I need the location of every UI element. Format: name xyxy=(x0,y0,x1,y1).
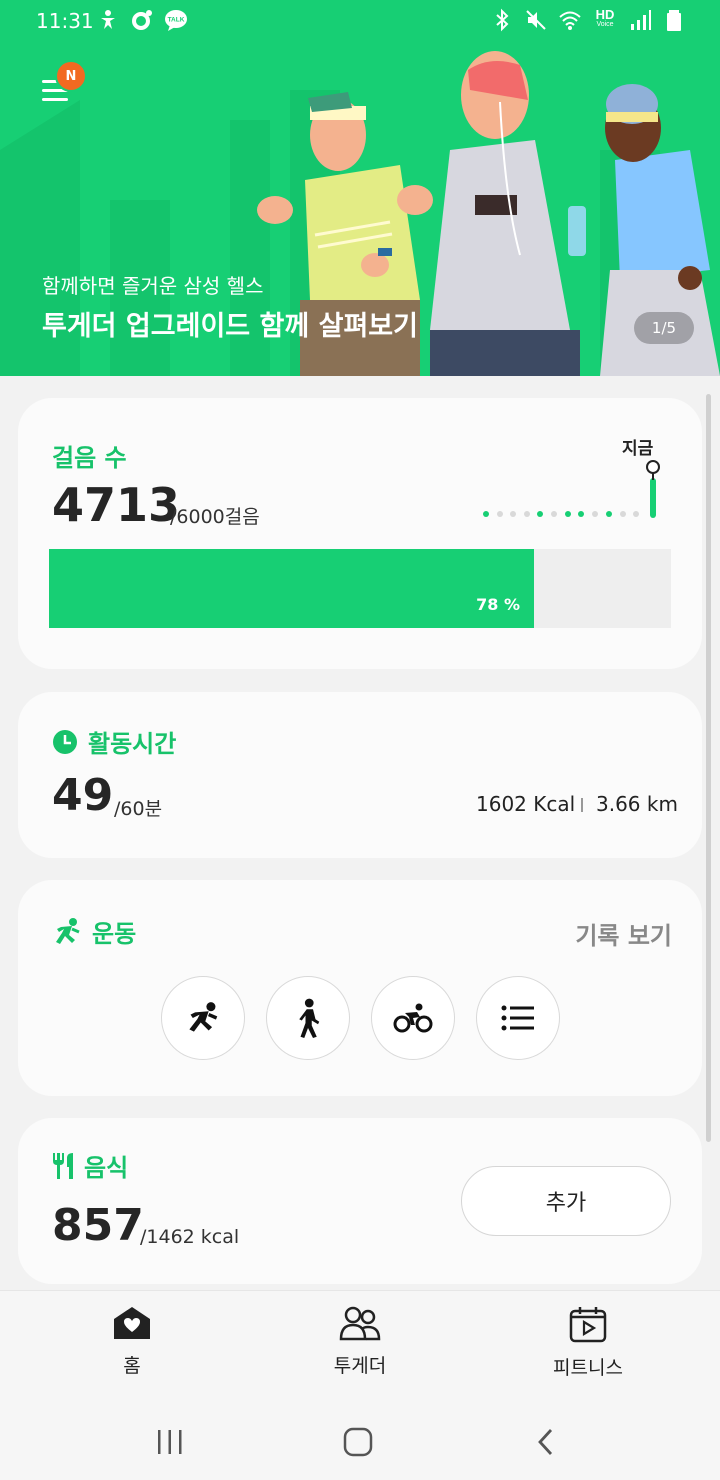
walking-icon xyxy=(299,998,320,1038)
food-title: 음식 xyxy=(84,1154,129,1182)
hero-title[interactable]: 투게더 업그레이드 함께 살펴보기 xyxy=(42,304,418,343)
steps-progress-bar: 78 % xyxy=(49,549,671,628)
accessibility-icon xyxy=(101,10,115,29)
activity-title-row: 활동시간 xyxy=(52,724,176,759)
steps-goal: /6000걸음 xyxy=(170,506,260,528)
system-nav-bar xyxy=(0,1400,720,1480)
activity-title: 활동시간 xyxy=(88,730,177,758)
food-goal: /1462 kcal xyxy=(140,1226,240,1248)
notification-badge: N xyxy=(55,60,87,92)
steps-title: 걸음 수 xyxy=(52,444,127,472)
scrollbar[interactable] xyxy=(706,394,711,1142)
home-button[interactable] xyxy=(338,1422,378,1462)
history-link[interactable]: 기록 보기 xyxy=(575,916,672,951)
mute-icon xyxy=(526,10,546,30)
tab-together[interactable]: 투게더 xyxy=(300,1305,420,1378)
activity-value: 49 xyxy=(52,770,114,821)
exercise-list-button[interactable] xyxy=(476,976,560,1060)
steps-card[interactable]: 걸음 수 4713 /6000걸음 지금 78 % xyxy=(18,398,702,669)
hero-banner[interactable]: 11:31 TALK HD Voice N 함께하면 즐거운 삼성 헬스 투게더… xyxy=(0,0,720,376)
home-icon xyxy=(114,1307,150,1339)
steps-progress-label: 78 % xyxy=(476,595,521,614)
cycling-icon xyxy=(393,1003,433,1033)
divider xyxy=(581,798,583,812)
add-food-button[interactable]: 추가 xyxy=(461,1166,671,1236)
hd-voice-icon: HD Voice xyxy=(592,7,618,30)
status-bar: 11:31 TALK HD Voice xyxy=(0,0,720,44)
steps-progress-fill xyxy=(49,549,535,628)
activity-card[interactable]: 활동시간 49 /60분 1602 Kcal 3.66 km xyxy=(18,692,702,858)
activity-distance: 3.66 km xyxy=(596,792,678,816)
cycling-button[interactable] xyxy=(371,976,455,1060)
talk-icon: TALK xyxy=(165,10,187,31)
activity-goal: /60분 xyxy=(114,798,163,820)
signal-icon xyxy=(631,10,651,30)
recent-apps-button[interactable] xyxy=(150,1422,190,1462)
exercise-card[interactable]: 운동 기록 보기 xyxy=(18,880,702,1096)
people-icon xyxy=(339,1306,381,1341)
hero-subtitle: 함께하면 즐거운 삼성 헬스 xyxy=(42,274,264,298)
menu-bar xyxy=(42,98,68,101)
steps-value: 4713 xyxy=(52,478,181,532)
clock-icon xyxy=(53,729,77,754)
running-button[interactable] xyxy=(161,976,245,1060)
running-icon xyxy=(189,1002,218,1032)
hd-sublabel: Voice xyxy=(596,21,614,28)
hd-label: HD xyxy=(595,7,615,22)
back-icon xyxy=(538,1429,553,1455)
tab-together-label: 투게더 xyxy=(333,1355,387,1377)
list-icon xyxy=(501,1005,534,1031)
food-card[interactable]: 음식 857 /1462 kcal 추가 xyxy=(18,1118,702,1284)
status-time: 11:31 xyxy=(36,9,94,33)
exercise-title: 운동 xyxy=(92,920,137,948)
battery-icon xyxy=(667,10,681,31)
tab-fitness[interactable]: 피트니스 xyxy=(528,1305,648,1380)
fitness-video-icon xyxy=(569,1307,607,1343)
bluetooth-icon xyxy=(496,8,509,32)
wifi-icon xyxy=(559,11,581,30)
food-title-row: 음식 xyxy=(52,1148,128,1183)
walking-button[interactable] xyxy=(266,976,350,1060)
tab-fitness-label: 피트니스 xyxy=(553,1357,623,1379)
ring-icon xyxy=(132,10,152,30)
back-button[interactable] xyxy=(526,1422,566,1462)
exercise-title-row: 운동 xyxy=(52,914,136,949)
recent-apps-icon xyxy=(158,1430,182,1454)
tab-home[interactable]: 홈 xyxy=(72,1305,192,1378)
tab-home-label: 홈 xyxy=(123,1355,141,1377)
fork-knife-icon xyxy=(53,1152,73,1179)
hourly-steps-chart xyxy=(483,460,660,518)
activity-calories: 1602 Kcal xyxy=(476,792,576,816)
talk-badge-text: TALK xyxy=(168,17,185,24)
food-value: 857 xyxy=(52,1200,144,1251)
home-square-icon xyxy=(343,1427,373,1457)
hero-pager: 1/5 xyxy=(634,312,694,344)
bottom-nav: 홈 투게더 피트니스 xyxy=(0,1290,720,1400)
running-icon xyxy=(56,917,80,944)
